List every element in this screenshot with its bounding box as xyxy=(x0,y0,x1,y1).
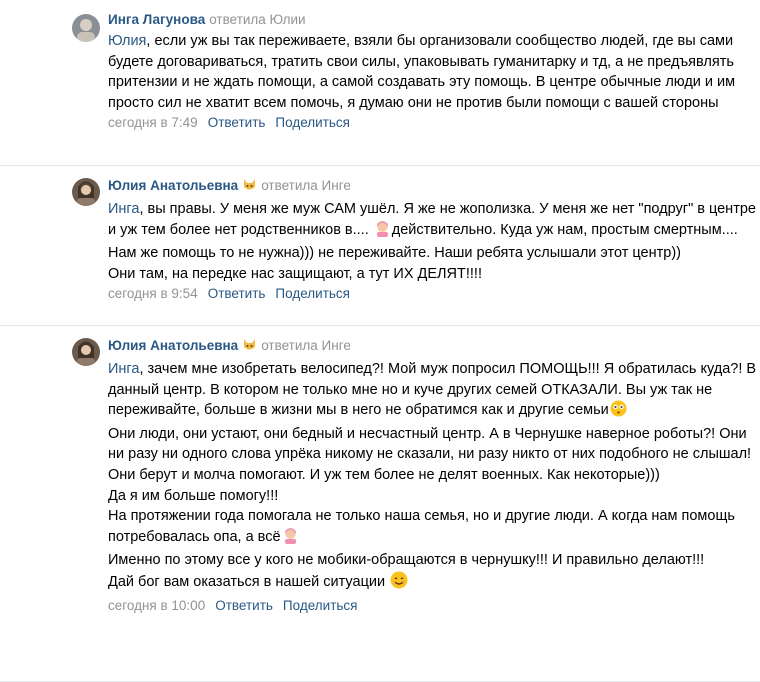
reply-button[interactable]: Ответить xyxy=(215,598,273,613)
replied-to: ответила Инге xyxy=(261,178,351,193)
reply-button[interactable]: Ответить xyxy=(208,286,266,301)
author-name[interactable]: Юлия Анатольевна xyxy=(108,338,238,353)
mention-link[interactable]: Инга xyxy=(108,361,139,377)
comment-text: Инга, вы правы. У меня же муж САМ ушёл. … xyxy=(108,201,756,282)
reply-button[interactable]: Ответить xyxy=(208,115,266,130)
comment-text: Юлия, если уж вы так переживаете, взяли … xyxy=(108,33,736,111)
comment-text: Инга, зачем мне изобретать велосипед?! М… xyxy=(108,359,760,596)
avatar-icon[interactable] xyxy=(72,178,100,206)
cat-face-icon xyxy=(242,178,257,196)
flushed-face-icon xyxy=(610,400,627,424)
avatar-icon[interactable] xyxy=(72,14,100,42)
comment-meta: сегодня в 9:54 Ответить Поделиться xyxy=(108,285,760,303)
mention-link[interactable]: Инга xyxy=(108,201,139,217)
mention-link[interactable]: Юлия xyxy=(108,33,146,49)
person-raising-hand-icon xyxy=(282,527,299,551)
author-name[interactable]: Юлия Анатольевна xyxy=(108,178,238,193)
person-raising-hand-icon xyxy=(374,220,391,244)
comment-meta: сегодня в 7:49 Ответить Поделиться xyxy=(108,114,760,132)
comment: Юлия Анатольевна ответила Инге Инга, зач… xyxy=(0,326,760,682)
share-button[interactable]: Поделиться xyxy=(275,115,350,130)
replied-to: ответила Юлии xyxy=(209,12,306,27)
comment: Инга Лагунова ответила Юлии Юлия, если уж… xyxy=(0,0,760,166)
comment-date[interactable]: сегодня в 10:00 xyxy=(108,598,205,613)
comment: Юлия Анатольевна ответила Инге Инга, вы … xyxy=(0,166,760,326)
share-button[interactable]: Поделиться xyxy=(275,286,350,301)
comment-date[interactable]: сегодня в 9:54 xyxy=(108,286,198,301)
smiling-face-icon xyxy=(390,571,408,596)
avatar-icon[interactable] xyxy=(72,338,100,366)
author-name[interactable]: Инга Лагунова xyxy=(108,12,205,27)
comment-meta: сегодня в 10:00 Ответить Поделиться xyxy=(108,597,760,615)
comment-date[interactable]: сегодня в 7:49 xyxy=(108,115,198,130)
cat-face-icon xyxy=(242,338,257,356)
share-button[interactable]: Поделиться xyxy=(283,598,358,613)
replied-to: ответила Инге xyxy=(261,338,351,353)
